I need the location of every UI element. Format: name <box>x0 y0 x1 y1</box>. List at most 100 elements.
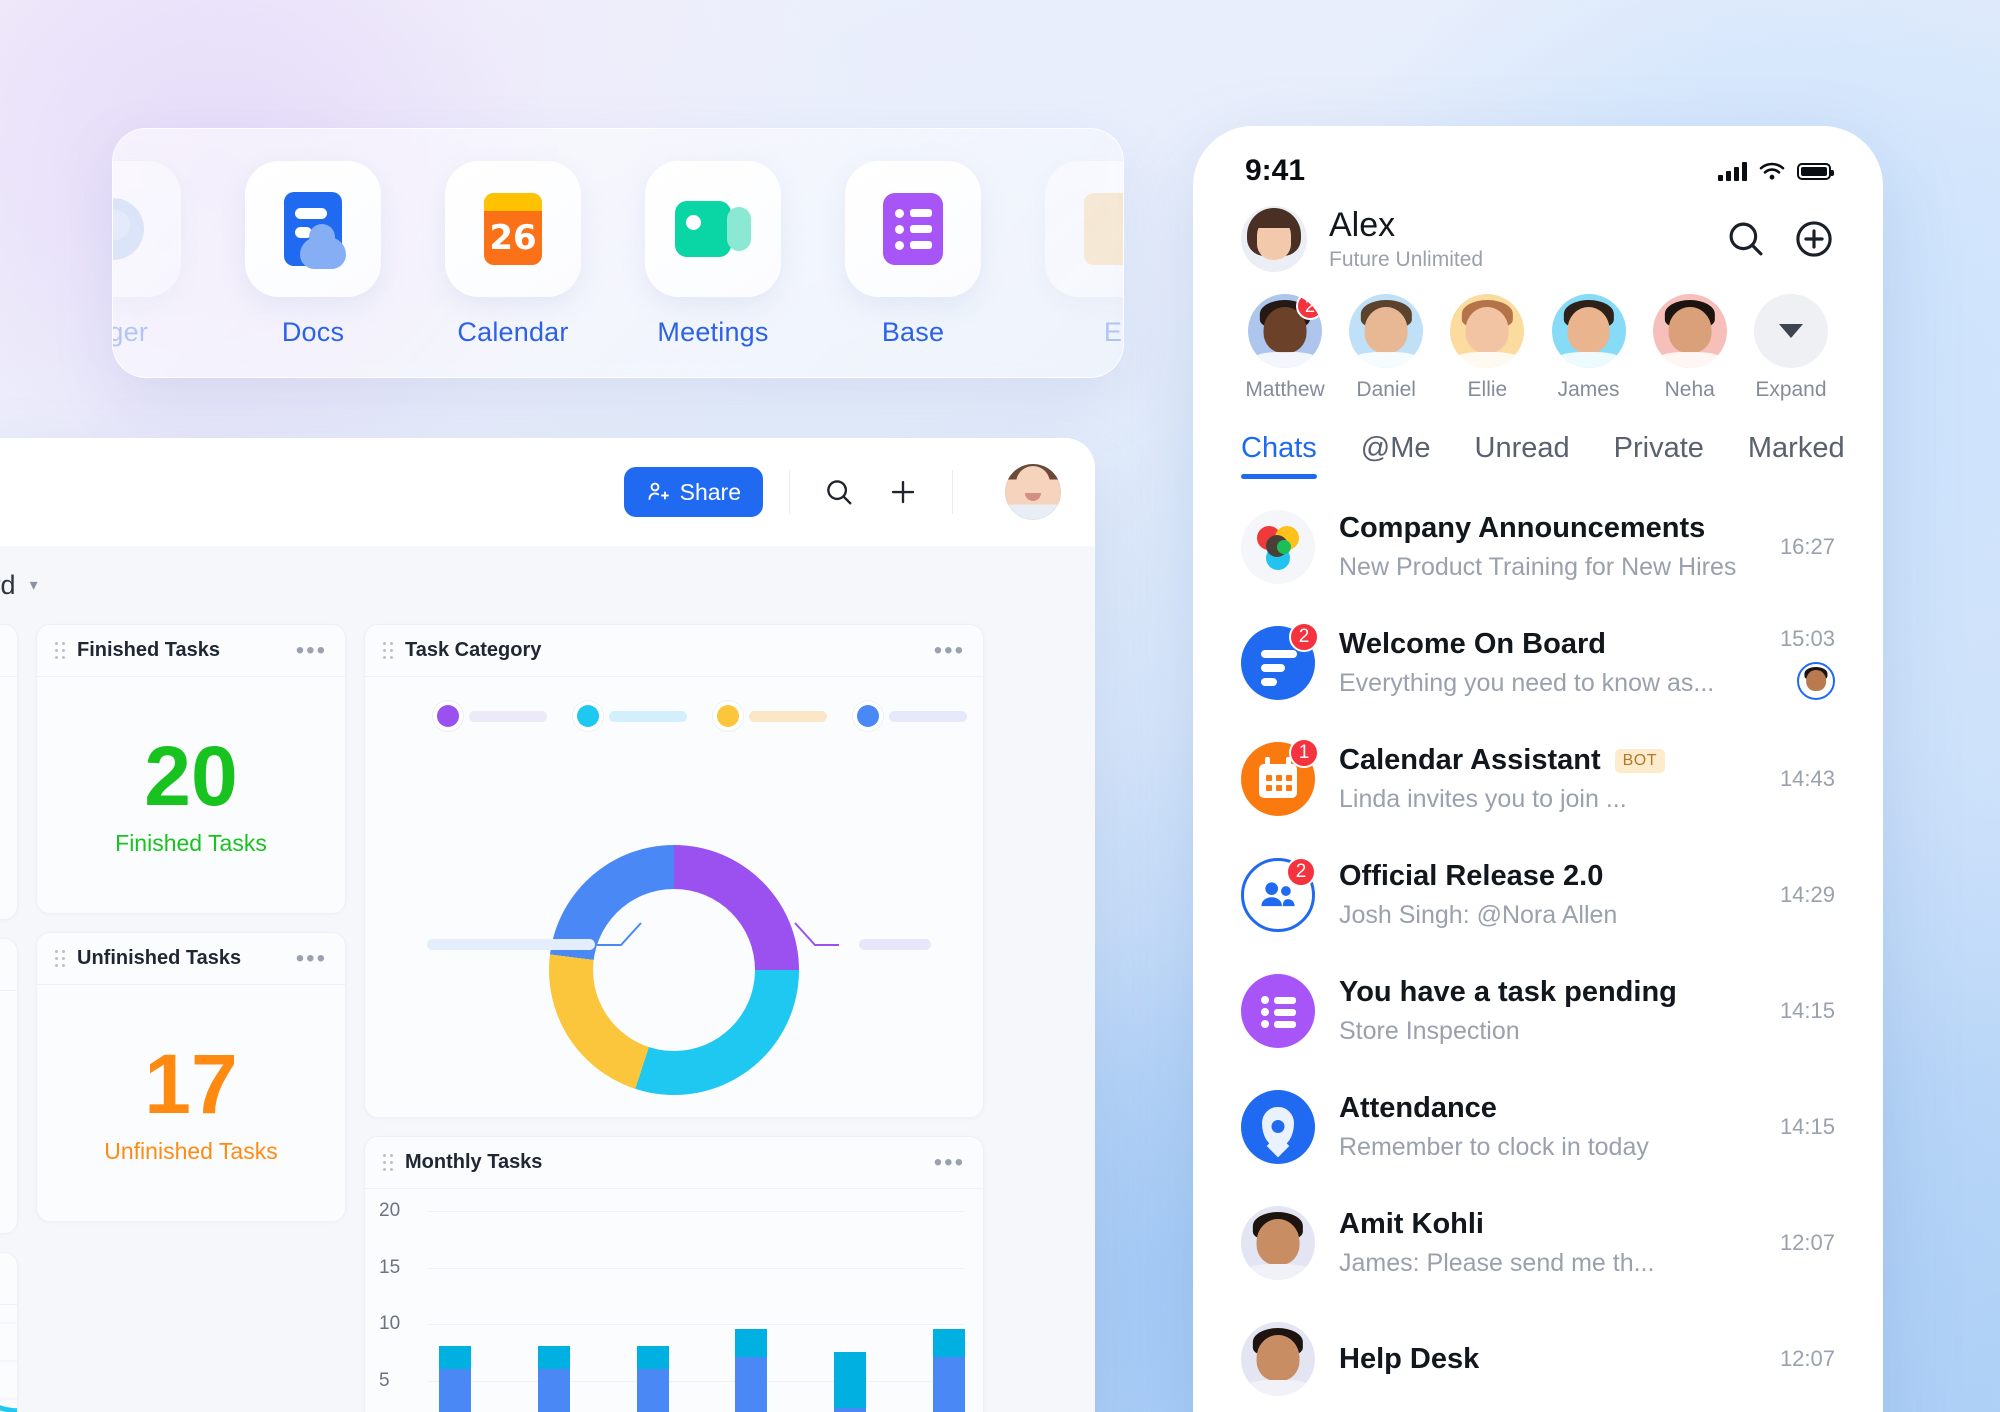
chat-time: 14:15 <box>1779 1114 1835 1139</box>
docs-icon <box>284 192 346 269</box>
app-tile-docs[interactable]: Docs <box>213 161 413 348</box>
bar-segment-pending <box>735 1329 768 1358</box>
expand-contacts-button[interactable] <box>1753 294 1828 368</box>
contact-item-daniel[interactable]: Daniel <box>1336 294 1436 402</box>
card-task-category: Task Category ••• <box>364 624 984 1118</box>
chat-list-item[interactable]: 1 Calendar Assistant BOT Linda invites y… <box>1201 721 1875 837</box>
legend-label-placeholder <box>609 710 687 722</box>
dashboard-add-button[interactable] <box>880 469 926 515</box>
messenger-tile[interactable] <box>113 161 181 297</box>
chat-text-block: Calendar Assistant BOT Linda invites you… <box>1339 744 1756 814</box>
contact-item-james[interactable]: James <box>1539 294 1639 402</box>
bar-segment-completed <box>636 1368 669 1412</box>
tab-chats[interactable]: Chats <box>1241 432 1317 479</box>
tab-unread[interactable]: Unread <box>1475 432 1570 479</box>
contact-avatar[interactable] <box>1551 294 1626 368</box>
monthly-tasks-chart: 05101520 <box>365 1189 983 1412</box>
legend-color-dot <box>857 705 879 727</box>
plus-circle-icon[interactable] <box>1793 218 1835 260</box>
chat-meta: 12:07 <box>1780 1346 1835 1372</box>
email-tile[interactable] <box>1045 161 1123 297</box>
group-icon: 2 <box>1241 857 1316 932</box>
dashboard-column-charts: Task Category ••• Monthly Tasks ••• 5 10… <box>364 624 984 1412</box>
card-header: ••• <box>0 939 17 991</box>
contact-name: Daniel <box>1356 378 1416 401</box>
calendar-day-number: 26 <box>489 218 537 258</box>
docs-tile[interactable] <box>245 161 381 297</box>
app-label-email: E <box>1103 317 1123 347</box>
tab-private[interactable]: Private <box>1614 432 1704 479</box>
chat-time: 15:03 <box>1779 626 1835 651</box>
status-badge: BOT <box>1614 748 1666 773</box>
card-menu-button[interactable]: ••• <box>296 638 327 662</box>
chat-list-item[interactable]: Company Announcements New Product Traini… <box>1201 489 1875 605</box>
chat-list-item[interactable]: Help Desk 12:07 <box>1201 1301 1875 1412</box>
contact-item-ellie[interactable]: Ellie <box>1437 294 1537 402</box>
base-tile[interactable] <box>845 161 981 297</box>
card-header: Task Category ••• <box>365 625 983 677</box>
dashboard-window: Share shboard ▾ <box>0 438 1095 1412</box>
chat-title: Welcome On Board <box>1339 628 1606 660</box>
drag-handle-icon[interactable] <box>55 641 65 660</box>
contact-avatar[interactable] <box>1652 294 1727 368</box>
app-tile-email[interactable]: E <box>1013 161 1123 348</box>
tab-marked[interactable]: Marked <box>1748 432 1845 479</box>
chat-time: 16:27 <box>1779 534 1835 559</box>
card-menu-button[interactable]: ••• <box>934 638 965 662</box>
donut-legend-item <box>437 705 547 727</box>
chat-text-block: Amit Kohli James: Please send me th... <box>1339 1208 1756 1278</box>
dashboard-search-button[interactable] <box>816 469 862 515</box>
contact-avatar[interactable] <box>1349 294 1424 368</box>
chat-list-item[interactable]: 2 Official Release 2.0 Josh Singh: @Nora… <box>1201 837 1875 953</box>
avatar-face <box>1241 1322 1315 1396</box>
messenger-icon <box>113 198 144 260</box>
bar-column <box>439 1346 471 1412</box>
donut-legend-item <box>577 705 687 727</box>
meetings-tile[interactable] <box>645 161 781 297</box>
card-menu-button[interactable]: ••• <box>934 1150 965 1174</box>
chat-title-row: Official Release 2.0 <box>1339 860 1756 893</box>
card-header: Finished Tasks ••• <box>37 625 345 677</box>
avatar[interactable] <box>1005 464 1061 520</box>
bar-segment-pending <box>932 1329 965 1358</box>
bar-series <box>439 1211 965 1412</box>
battery-full-icon <box>1797 162 1834 180</box>
base-list-icon <box>883 193 943 265</box>
chat-text-block: Official Release 2.0 Josh Singh: @Nora A… <box>1339 860 1756 930</box>
share-button-label: Share <box>679 478 741 505</box>
dashboard-toolbar: Share <box>0 438 1095 546</box>
chat-title-row: Welcome On Board <box>1339 628 1756 661</box>
chat-preview: Everything you need to know as... <box>1339 669 1715 697</box>
donut-chart-container <box>365 677 983 1117</box>
chat-title: Official Release 2.0 <box>1339 860 1604 892</box>
chat-list-item[interactable]: You have a task pending Store Inspection… <box>1201 953 1875 1069</box>
chat-list-item[interactable]: Attendance Remember to clock in today 14… <box>1201 1069 1875 1185</box>
chat-text-block: Welcome On Board Everything you need to … <box>1339 628 1756 698</box>
breadcrumb[interactable]: shboard ▾ <box>0 546 1095 624</box>
app-tile-messenger[interactable]: enger <box>113 161 213 348</box>
contact-avatar[interactable]: 2 <box>1248 294 1322 368</box>
contact-item-matthew[interactable]: 2 Matthew <box>1235 294 1335 402</box>
contact-avatar[interactable] <box>1450 294 1525 368</box>
drag-handle-icon[interactable] <box>55 949 65 968</box>
app-tile-base[interactable]: Base <box>813 161 1013 348</box>
chat-title: Attendance <box>1339 1092 1497 1124</box>
card-menu-button[interactable]: ••• <box>296 946 327 970</box>
drag-handle-icon[interactable] <box>383 641 393 660</box>
app-tile-calendar[interactable]: 26 Calendar <box>413 161 613 348</box>
chat-list-item[interactable]: 2 Welcome On Board Everything you need t… <box>1201 605 1875 721</box>
contact-item-expand[interactable]: Expand <box>1741 294 1841 402</box>
calendar-tile[interactable]: 26 <box>445 161 581 297</box>
tab-me[interactable]: @Me <box>1361 432 1431 479</box>
chat-time: 12:07 <box>1779 1346 1835 1371</box>
contact-name: Ellie <box>1467 378 1508 401</box>
card-title: Monthly Tasks <box>405 1151 543 1173</box>
search-icon[interactable] <box>1725 218 1767 260</box>
location-pin-icon <box>1241 1090 1315 1164</box>
alex-avatar[interactable] <box>1241 206 1307 272</box>
contact-item-neha[interactable]: Neha <box>1640 294 1740 402</box>
share-button[interactable]: Share <box>623 467 763 517</box>
app-tile-meetings[interactable]: Meetings <box>613 161 813 348</box>
drag-handle-icon[interactable] <box>383 1153 393 1172</box>
chat-list-item[interactable]: Amit Kohli James: Please send me th... 1… <box>1201 1185 1875 1301</box>
